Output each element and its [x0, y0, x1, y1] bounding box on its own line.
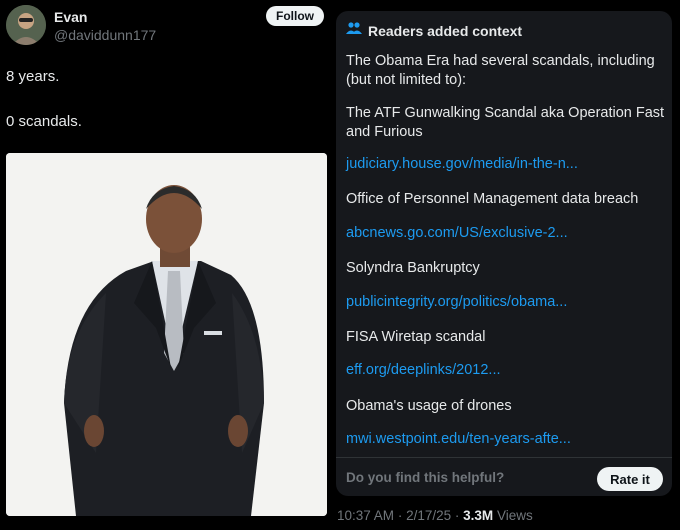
context-intro: The Obama Era had several scandals, incl… [346, 53, 655, 88]
context-item-text: Solyndra Bankruptcy [346, 260, 480, 276]
context-item-link[interactable]: eff.org/deeplinks/2012... [346, 362, 666, 378]
avatar[interactable] [6, 5, 46, 45]
context-item-text: Obama's usage of drones [346, 398, 512, 414]
context-item-text: Office of Personnel Management data brea… [346, 191, 639, 207]
helpful-question: Do you find this helpful? [346, 470, 505, 485]
views-count[interactable]: 3.3M [463, 508, 493, 523]
author-name[interactable]: Evan [54, 9, 87, 25]
context-item-link[interactable]: abcnews.go.com/US/exclusive-2... [346, 225, 666, 241]
context-item-link[interactable]: publicintegrity.org/politics/obama... [346, 294, 666, 310]
context-item-link[interactable]: mwi.westpoint.edu/ten-years-afte... [346, 431, 666, 447]
tweet-meta: 10:37 AM · 2/17/25 · 3.3M Views [337, 508, 533, 523]
context-item-link[interactable]: judiciary.house.gov/media/in-the-n... [346, 156, 666, 172]
tweet-text-line-2: 0 scandals. [6, 113, 82, 130]
context-header: Readers added context [346, 21, 522, 40]
context-divider [336, 457, 672, 458]
author-handle[interactable]: @daviddunn177 [54, 27, 156, 43]
portrait-photo[interactable] [6, 153, 327, 516]
meta-separator: · [454, 508, 460, 523]
meta-separator: · [397, 508, 403, 523]
rate-it-button[interactable]: Rate it [597, 467, 663, 491]
tweet-text-line-1: 8 years. [6, 68, 60, 85]
readers-context-panel: Readers added context The Obama Era had … [336, 11, 672, 496]
context-item-text: FISA Wiretap scandal [346, 329, 486, 345]
follow-button[interactable]: Follow [266, 6, 324, 26]
context-item-text: The ATF Gunwalking Scandal aka Operation… [346, 105, 665, 140]
people-icon [346, 21, 362, 40]
context-title: Readers added context [368, 22, 523, 39]
views-label: Views [496, 508, 533, 523]
tweet-date[interactable]: 2/17/25 [406, 508, 451, 523]
tweet-time[interactable]: 10:37 AM [337, 508, 394, 523]
